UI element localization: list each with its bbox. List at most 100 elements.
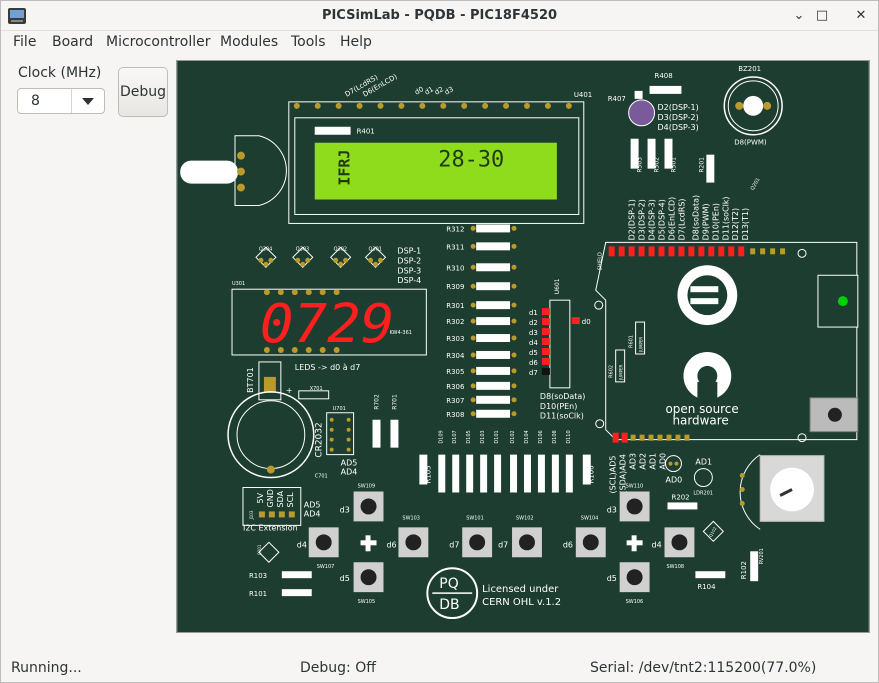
- ir-receiver-cap[interactable]: [180, 160, 238, 184]
- statusbar: Running... Debug: Off Serial: /dev/tnt2:…: [1, 653, 878, 683]
- maximize-button[interactable]: □: [813, 7, 831, 25]
- shield-pin-d5: D5(DSP-4): [658, 199, 667, 240]
- clock-value: 8: [31, 93, 40, 109]
- d3-dsp2: D3(DSP-2): [658, 113, 699, 122]
- i2c-pin-sda: SDA: [276, 490, 285, 507]
- buzzer-pin: D8(PWM): [734, 139, 767, 147]
- shield-pin-d9: D9(PWM): [701, 203, 710, 240]
- i2c-caption: I2C Extension: [243, 523, 298, 532]
- menu-board[interactable]: Board: [52, 34, 93, 50]
- r308-label: R308: [446, 411, 464, 419]
- menu-file[interactable]: File: [13, 34, 36, 50]
- ir-label: PF401: [216, 162, 223, 181]
- board-pcb[interactable]: PF401 D7(LcdRS) D6(EnLCD) d0 d1 d2 d3 U4…: [176, 60, 870, 633]
- seven-seg-ref: U301: [232, 281, 245, 287]
- i2c-ref: J103: [249, 510, 254, 520]
- analog-scl: (SCL)AD5: [609, 456, 618, 494]
- r104-label: R104: [697, 583, 716, 591]
- app-window: PICSimLab - PQDB - PIC18F4520 ⌄ □ ✕ File…: [0, 0, 879, 683]
- clock-label: Clock (MHz): [18, 65, 102, 81]
- r702-label: R702: [374, 394, 381, 410]
- sw102-label: SW102: [516, 515, 534, 521]
- menu-help[interactable]: Help: [340, 34, 372, 50]
- u701-label: U701: [333, 406, 346, 412]
- u601-d0: d0: [582, 318, 591, 326]
- sw105-label: SW105: [358, 599, 376, 605]
- dsp1-label: DSP-1: [397, 246, 421, 255]
- shield-pin-d8: D8(soData): [691, 195, 700, 240]
- mid-d7b: d7: [498, 540, 508, 549]
- debug-button[interactable]: Debug: [118, 67, 168, 117]
- d101-label: D101: [494, 430, 500, 443]
- ldr-label: LDR201: [693, 490, 713, 496]
- right-d6: d6: [563, 540, 573, 549]
- r503-label: R503: [637, 157, 644, 173]
- ad5-label: AD5: [341, 459, 358, 468]
- shield-pin-d11: D11(soClk): [721, 196, 730, 240]
- i2c-side-ad4: AD4: [304, 509, 321, 518]
- jumper2-label: JUMPER: [639, 337, 644, 353]
- i2c-pin-gnd: GND: [266, 489, 275, 507]
- svg-text:+: +: [286, 386, 293, 395]
- q101-label: Q101: [257, 544, 262, 555]
- seven-seg-part: KW4-361: [389, 330, 411, 336]
- minimize-button[interactable]: ⌄: [790, 7, 808, 25]
- status-running: Running...: [11, 660, 82, 676]
- menu-modules[interactable]: Modules: [220, 34, 278, 50]
- dsp4-label: DSP-4: [397, 276, 421, 285]
- q302-label: Q302: [334, 246, 347, 252]
- q303-label: Q303: [296, 246, 309, 252]
- c701-label: C701: [315, 474, 328, 480]
- u601-d3: d3: [529, 329, 538, 337]
- mid-d7a: d7: [449, 540, 459, 549]
- d108-label: D108: [552, 430, 558, 443]
- lcd-line1: 28-30: [438, 148, 504, 173]
- r602-label: R602: [609, 365, 615, 378]
- r106-label: R106: [588, 465, 596, 483]
- ad4-label: AD4: [341, 468, 358, 477]
- r408-label: R408: [655, 72, 673, 80]
- r105-label: R105: [424, 465, 432, 483]
- q301-label: Q301: [369, 246, 382, 252]
- dsp3-label: DSP-3: [397, 266, 421, 275]
- r401-label: R401: [357, 128, 375, 136]
- menu-tools[interactable]: Tools: [291, 34, 326, 50]
- r310-label: R310: [446, 264, 464, 272]
- i2c-side-ad5: AD5: [304, 500, 321, 509]
- license-line1: Licensed under: [482, 584, 559, 595]
- r601-label: R601: [629, 335, 635, 348]
- r401-resistor: [314, 126, 351, 135]
- buzzer-ref: BZ201: [738, 65, 761, 73]
- u601-d4: d4: [529, 339, 538, 347]
- right-d5: d5: [607, 574, 617, 583]
- r201-label: R201: [698, 157, 705, 173]
- sw107-label: SW107: [317, 564, 335, 570]
- analog-ad3: AD3: [629, 453, 638, 470]
- r101-label: R101: [249, 590, 267, 598]
- q304-label: Q304: [259, 246, 272, 252]
- d110-label: D110: [566, 430, 572, 443]
- d107-label: D107: [452, 430, 458, 443]
- d103-label: D103: [480, 430, 486, 443]
- right-d4: d4: [652, 540, 662, 549]
- u601-d7: d7: [529, 369, 538, 377]
- r701-label: R701: [391, 394, 398, 410]
- sw101-label: SW101: [466, 515, 484, 521]
- clock-select[interactable]: 8: [17, 88, 105, 114]
- battery-type: CR2032: [315, 422, 325, 457]
- sw108-label: SW108: [666, 564, 684, 570]
- seven-seg-digits: 0729: [260, 292, 395, 355]
- shield-label: SHIELD: [598, 252, 604, 270]
- lcd-logo: IFRJ: [336, 150, 354, 186]
- r311-label: R311: [446, 243, 464, 251]
- r407-label: R407: [608, 95, 626, 103]
- r301-label: R301: [446, 302, 464, 310]
- u601-label: U601: [554, 278, 561, 294]
- r102-label: R102: [740, 561, 748, 579]
- chevron-down-icon[interactable]: [82, 98, 94, 105]
- close-button[interactable]: ✕: [852, 7, 870, 25]
- u601-d10: D10(PEn): [540, 402, 577, 411]
- menu-microcontroller[interactable]: Microcontroller: [106, 34, 210, 50]
- titlebar[interactable]: PICSimLab - PQDB - PIC18F4520 ⌄ □ ✕: [1, 1, 878, 31]
- r103-label: R103: [249, 572, 267, 580]
